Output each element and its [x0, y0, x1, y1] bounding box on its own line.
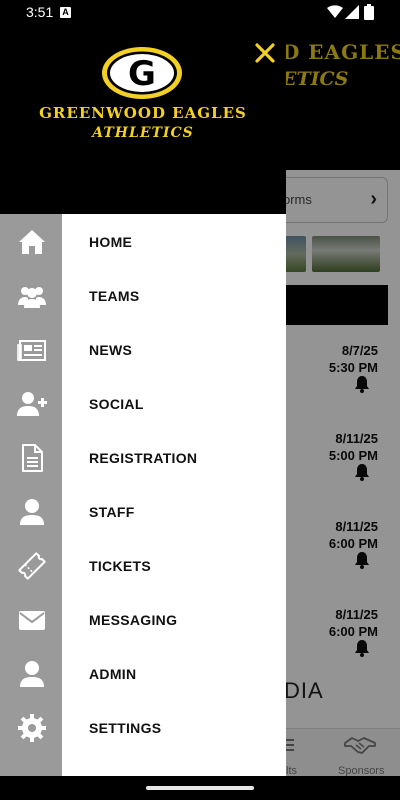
wifi-icon — [327, 5, 343, 18]
battery-icon — [364, 4, 374, 20]
menu-item-label: REGISTRATION — [89, 450, 198, 466]
person-icon[interactable] — [17, 497, 47, 527]
person-icon[interactable] — [17, 659, 47, 689]
drawer-header: G GREENWOOD EAGLES ATHLETICS — [0, 0, 286, 214]
menu-item-settings[interactable]: SETTINGS — [62, 701, 286, 755]
notification-icon: A — [60, 7, 71, 18]
ticket-icon[interactable] — [17, 551, 47, 581]
teams-icon[interactable] — [17, 281, 47, 311]
status-bar: 3:51 A — [0, 0, 400, 26]
gear-icon[interactable] — [17, 713, 47, 743]
home-icon[interactable] — [17, 227, 47, 257]
envelope-icon[interactable] — [17, 605, 47, 635]
menu-item-label: SETTINGS — [89, 720, 162, 736]
menu-item-teams[interactable]: TEAMS — [62, 269, 286, 323]
brand-subtitle: ATHLETICS — [92, 125, 194, 141]
status-time: 3:51 — [26, 4, 54, 20]
menu-item-social[interactable]: SOCIAL — [62, 377, 286, 431]
logo-letter: G — [128, 54, 156, 94]
signal-icon — [345, 5, 359, 19]
navigation-drawer: G GREENWOOD EAGLES ATHLETICS HOME TEAMS … — [0, 0, 286, 776]
menu-item-registration[interactable]: REGISTRATION — [62, 431, 286, 485]
add-user-icon[interactable] — [17, 389, 47, 419]
navigation-gesture-area — [0, 776, 400, 800]
menu-item-staff[interactable]: STAFF — [62, 485, 286, 539]
greenwood-eagles-logo: G — [102, 47, 182, 99]
document-icon[interactable] — [17, 443, 47, 473]
menu-item-admin[interactable]: ADMIN — [62, 647, 286, 701]
close-icon[interactable] — [250, 38, 280, 68]
menu-item-label: TICKETS — [89, 558, 151, 574]
menu-item-label: STAFF — [89, 504, 135, 520]
menu-item-home[interactable]: HOME — [62, 215, 286, 269]
menu-item-label: HOME — [89, 234, 133, 250]
menu-item-messaging[interactable]: MESSAGING — [62, 593, 286, 647]
drawer-icon-rail — [0, 214, 62, 776]
menu-item-label: ADMIN — [89, 666, 137, 682]
menu-item-label: SOCIAL — [89, 396, 144, 412]
menu-item-label: MESSAGING — [89, 612, 178, 628]
drawer-menu: HOME TEAMS NEWS SOCIAL REGISTRATION STAF… — [62, 214, 286, 776]
brand-title: GREENWOOD EAGLES — [39, 104, 247, 122]
menu-item-news[interactable]: NEWS — [62, 323, 286, 377]
newspaper-icon[interactable] — [17, 335, 47, 365]
menu-item-label: NEWS — [89, 342, 133, 358]
menu-item-tickets[interactable]: TICKETS — [62, 539, 286, 593]
menu-item-label: TEAMS — [89, 288, 140, 304]
gesture-handle[interactable] — [146, 786, 254, 790]
